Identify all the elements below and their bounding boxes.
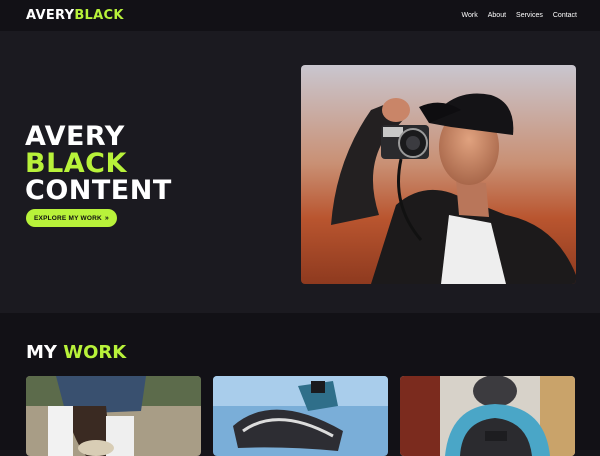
logo[interactable]: AVERYBLACK	[26, 8, 124, 23]
main-nav: Work About Services Contact	[462, 11, 577, 20]
hero-line-2: BLACK	[25, 148, 127, 179]
work-card-backpack[interactable]	[400, 376, 575, 456]
hero-section: AVERY BLACK CONTENT EXPLORE MY WORK »	[0, 31, 600, 313]
site-header: AVERYBLACK Work About Services Contact	[0, 0, 600, 31]
work-title-second: WORK	[63, 342, 127, 363]
nav-about[interactable]: About	[488, 11, 506, 20]
logo-first: AVERY	[26, 8, 75, 23]
nav-services[interactable]: Services	[516, 11, 543, 20]
work-card-sneakers[interactable]	[26, 376, 201, 456]
cta-label: EXPLORE MY WORK	[34, 214, 102, 222]
hero-line-3: CONTENT	[25, 175, 172, 206]
logo-second: BLACK	[74, 8, 124, 23]
double-chevron-right-icon: »	[104, 214, 109, 222]
hero-title: AVERY BLACK CONTENT	[25, 123, 172, 204]
explore-work-button[interactable]: EXPLORE MY WORK »	[26, 209, 117, 227]
my-work-section: MY WORK	[0, 313, 600, 456]
work-title: MY WORK	[26, 343, 126, 363]
nav-work[interactable]: Work	[462, 11, 478, 20]
work-card-skate-shoe[interactable]	[213, 376, 388, 456]
nav-contact[interactable]: Contact	[553, 11, 577, 20]
hero-line-1: AVERY	[25, 121, 125, 152]
hero-photo	[301, 65, 576, 284]
work-title-first: MY	[26, 342, 57, 363]
